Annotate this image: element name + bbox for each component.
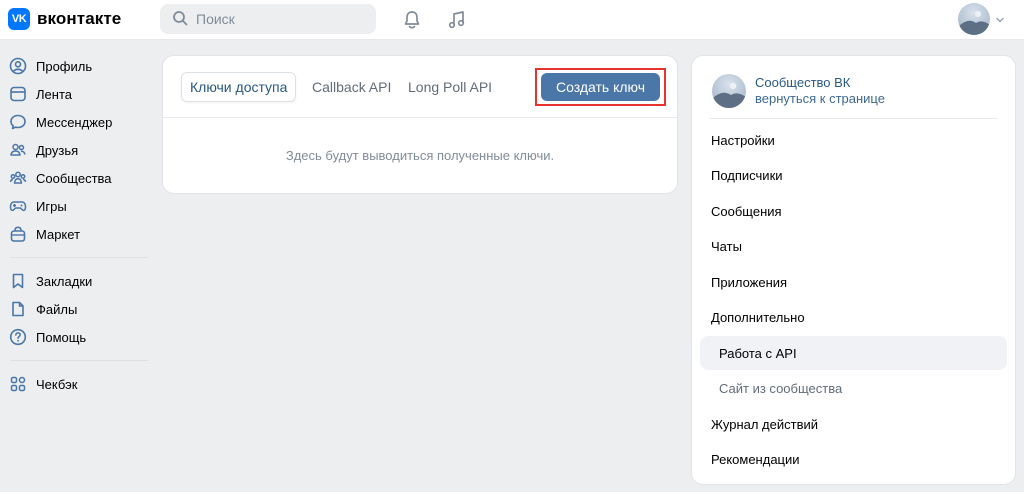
nav-item-messenger[interactable]: Мессенджер [0, 108, 150, 136]
empty-keys-message: Здесь будут выводиться полученные ключи. [285, 148, 555, 163]
api-tabs: Ключи доступа Callback API Long Poll API… [163, 56, 677, 118]
nav-item-help[interactable]: Помощь [0, 323, 150, 351]
nav-label: Файлы [36, 301, 78, 317]
menu-item-action-log[interactable]: Журнал действий [700, 407, 1007, 441]
menu-item-messages[interactable]: Сообщения [700, 194, 1007, 228]
tab-long-poll-api[interactable]: Long Poll API [400, 72, 500, 102]
chevron-down-icon [995, 12, 1005, 27]
notifications-bell-icon[interactable] [400, 8, 424, 32]
nav-label: Лента [36, 86, 72, 102]
create-key-button[interactable]: Создать ключ [541, 73, 660, 101]
friends-icon [8, 140, 28, 160]
top-header: VK вконтакте [0, 0, 1024, 40]
nav-item-market[interactable]: Маркет [0, 220, 150, 248]
menu-item-subscribers[interactable]: Подписчики [700, 158, 1007, 192]
nav-label: Помощь [36, 329, 87, 345]
help-icon [8, 327, 28, 347]
nav-item-games[interactable]: Игры [0, 192, 150, 220]
menu-item-settings[interactable]: Настройки [700, 123, 1007, 157]
nav-item-friends[interactable]: Друзья [0, 136, 150, 164]
file-icon [8, 299, 28, 319]
bookmark-icon [8, 271, 28, 291]
nav-item-communities[interactable]: Сообщества [0, 164, 150, 192]
left-navigation: Профиль Лента Мессенджер Друзья Сообщест… [0, 52, 150, 398]
avatar [958, 3, 990, 35]
nav-divider [10, 360, 148, 361]
menu-item-community-site[interactable]: Сайт из сообщества [700, 371, 1007, 405]
vk-logo-text: вконтакте [37, 9, 122, 28]
back-to-page-link[interactable]: вернуться к странице [755, 91, 885, 107]
search-icon [172, 10, 188, 29]
grid-icon [8, 374, 28, 394]
panel-divider [710, 118, 997, 119]
vk-logo-icon: VK [8, 8, 30, 30]
bag-icon [8, 224, 28, 244]
community-link[interactable]: Сообщество ВК вернуться к странице [712, 74, 885, 108]
menu-item-api[interactable]: Работа с API [700, 336, 1007, 370]
nav-item-bookmarks[interactable]: Закладки [0, 267, 150, 295]
nav-label: Мессенджер [36, 114, 113, 130]
community-avatar [712, 74, 746, 108]
nav-label: Профиль [36, 58, 93, 74]
nav-item-news[interactable]: Лента [0, 80, 150, 108]
user-icon [8, 56, 28, 76]
search-input[interactable] [196, 11, 366, 27]
nav-label: Чекбэк [36, 376, 78, 392]
community-settings-panel: Сообщество ВК вернуться к странице Настр… [691, 55, 1016, 485]
message-icon [8, 112, 28, 132]
menu-item-apps[interactable]: Приложения [700, 265, 1007, 299]
menu-item-additional[interactable]: Дополнительно [700, 300, 1007, 334]
nav-divider [10, 257, 148, 258]
search-box[interactable] [160, 4, 376, 34]
community-name[interactable]: Сообщество ВК [755, 75, 885, 91]
nav-label: Маркет [36, 226, 81, 242]
nav-item-checkback[interactable]: Чекбэк [0, 370, 150, 398]
news-icon [8, 84, 28, 104]
vk-logo[interactable]: VK вконтакте [8, 8, 121, 30]
nav-label: Сообщества [36, 170, 112, 186]
gamepad-icon [8, 196, 28, 216]
nav-label: Игры [36, 198, 67, 214]
communities-icon [8, 168, 28, 188]
nav-label: Друзья [36, 142, 79, 158]
nav-label: Закладки [36, 273, 93, 289]
nav-item-files[interactable]: Файлы [0, 295, 150, 323]
music-icon[interactable] [445, 8, 469, 32]
profile-menu[interactable] [958, 3, 1005, 35]
menu-item-recommendations[interactable]: Рекомендации [700, 442, 1007, 476]
tab-access-keys[interactable]: Ключи доступа [181, 72, 297, 102]
tab-callback-api[interactable]: Callback API [304, 72, 399, 102]
nav-item-profile[interactable]: Профиль [0, 52, 150, 80]
menu-item-chats[interactable]: Чаты [700, 229, 1007, 263]
api-keys-card: Ключи доступа Callback API Long Poll API… [162, 55, 678, 194]
